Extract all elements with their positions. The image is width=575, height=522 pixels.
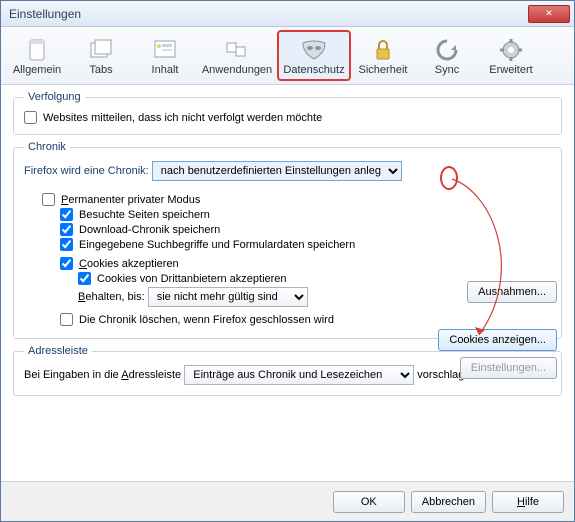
dnt-label: Websites mitteilen, dass ich nicht verfo… bbox=[43, 112, 322, 124]
history-mode-row: Firefox wird eine Chronik: nach benutzer… bbox=[24, 161, 551, 181]
tab-applications[interactable]: Anwendungen bbox=[197, 30, 277, 81]
tab-label: Erweitert bbox=[489, 64, 532, 76]
tracking-legend: Verfolgung bbox=[24, 91, 85, 103]
perm-private-label: Permanenter privater Modus bbox=[61, 194, 200, 206]
tab-label: Datenschutz bbox=[283, 64, 344, 76]
clear-settings-button[interactable]: Einstellungen... bbox=[460, 357, 557, 379]
close-button[interactable]: ✕ bbox=[528, 5, 570, 23]
visited-checkbox[interactable] bbox=[60, 208, 73, 221]
tabs-icon bbox=[86, 36, 116, 64]
cookies-row: Cookies akzeptieren bbox=[60, 257, 551, 270]
downloads-row: Download-Chronik speichern bbox=[60, 223, 551, 236]
tab-tabs[interactable]: Tabs bbox=[69, 30, 133, 81]
history-group: Chronik Firefox wird eine Chronik: nach … bbox=[13, 141, 562, 339]
tab-label: Sicherheit bbox=[359, 64, 408, 76]
tab-label: Tabs bbox=[89, 64, 112, 76]
formdata-label: Eingegebene Suchbegriffe und Formulardat… bbox=[79, 239, 355, 251]
cookies-label: Cookies akzeptieren bbox=[79, 258, 179, 270]
tab-privacy[interactable]: Datenschutz bbox=[277, 30, 351, 81]
addressbar-legend: Adressleiste bbox=[24, 345, 92, 357]
content-icon bbox=[150, 36, 180, 64]
security-lock-icon bbox=[368, 36, 398, 64]
close-icon: ✕ bbox=[545, 8, 553, 19]
applications-icon bbox=[222, 36, 252, 64]
tab-advanced[interactable]: Erweitert bbox=[479, 30, 543, 81]
privacy-mask-icon bbox=[299, 36, 329, 64]
general-icon bbox=[22, 36, 52, 64]
tab-security[interactable]: Sicherheit bbox=[351, 30, 415, 81]
history-mode-label: Firefox wird eine Chronik: bbox=[24, 165, 149, 177]
perm-private-checkbox[interactable] bbox=[42, 193, 55, 206]
settings-window: Einstellungen ✕ Allgemein Tabs Inhalt bbox=[0, 0, 575, 522]
addressbar-select[interactable]: Einträge aus Chronik und Lesezeichen bbox=[184, 365, 414, 385]
addressbar-pre: Bei Eingaben in die Adressleiste bbox=[24, 369, 181, 381]
clear-close-label: Die Chronik löschen, wenn Firefox geschl… bbox=[79, 314, 334, 326]
clear-close-row: Die Chronik löschen, wenn Firefox geschl… bbox=[60, 313, 551, 326]
window-title: Einstellungen bbox=[9, 7, 528, 21]
clear-close-checkbox[interactable] bbox=[60, 313, 73, 326]
titlebar: Einstellungen ✕ bbox=[1, 1, 574, 27]
ok-button[interactable]: OK bbox=[333, 491, 405, 513]
gear-icon bbox=[496, 36, 526, 64]
cancel-button[interactable]: Abbrechen bbox=[411, 491, 486, 513]
category-toolbar: Allgemein Tabs Inhalt Anwendungen Datens… bbox=[1, 27, 574, 85]
tab-general[interactable]: Allgemein bbox=[5, 30, 69, 81]
dnt-row: Websites mitteilen, dass ich nicht verfo… bbox=[24, 111, 551, 124]
visited-label: Besuchte Seiten speichern bbox=[79, 209, 210, 221]
tab-content[interactable]: Inhalt bbox=[133, 30, 197, 81]
perm-private-row: Permanenter privater Modus bbox=[42, 193, 551, 206]
tab-sync[interactable]: Sync bbox=[415, 30, 479, 81]
dialog-footer: OK Abbrechen Hilfe bbox=[1, 481, 574, 521]
visited-row: Besuchte Seiten speichern bbox=[60, 208, 551, 221]
tab-label: Sync bbox=[435, 64, 459, 76]
sync-icon bbox=[432, 36, 462, 64]
thirdparty-checkbox[interactable] bbox=[78, 272, 91, 285]
keep-until-label: Behalten, bis: bbox=[78, 291, 145, 303]
downloads-checkbox[interactable] bbox=[60, 223, 73, 236]
tab-label: Allgemein bbox=[13, 64, 61, 76]
exceptions-button[interactable]: Ausnahmen... bbox=[467, 281, 557, 303]
dnt-checkbox[interactable] bbox=[24, 111, 37, 124]
cookies-checkbox[interactable] bbox=[60, 257, 73, 270]
history-mode-select[interactable]: nach benutzerdefinierten Einstellungen a… bbox=[152, 161, 402, 181]
show-cookies-button[interactable]: Cookies anzeigen... bbox=[438, 329, 557, 351]
tab-label: Anwendungen bbox=[202, 64, 272, 76]
help-button[interactable]: Hilfe bbox=[492, 491, 564, 513]
formdata-checkbox[interactable] bbox=[60, 238, 73, 251]
keep-until-select[interactable]: sie nicht mehr gültig sind bbox=[148, 287, 308, 307]
history-legend: Chronik bbox=[24, 141, 70, 153]
downloads-label: Download-Chronik speichern bbox=[79, 224, 220, 236]
thirdparty-label: Cookies von Drittanbietern akzeptieren bbox=[97, 273, 287, 285]
content-area: Verfolgung Websites mitteilen, dass ich … bbox=[1, 85, 574, 481]
formdata-row: Eingegebene Suchbegriffe und Formulardat… bbox=[60, 238, 551, 251]
tracking-group: Verfolgung Websites mitteilen, dass ich … bbox=[13, 91, 562, 135]
tab-label: Inhalt bbox=[152, 64, 179, 76]
